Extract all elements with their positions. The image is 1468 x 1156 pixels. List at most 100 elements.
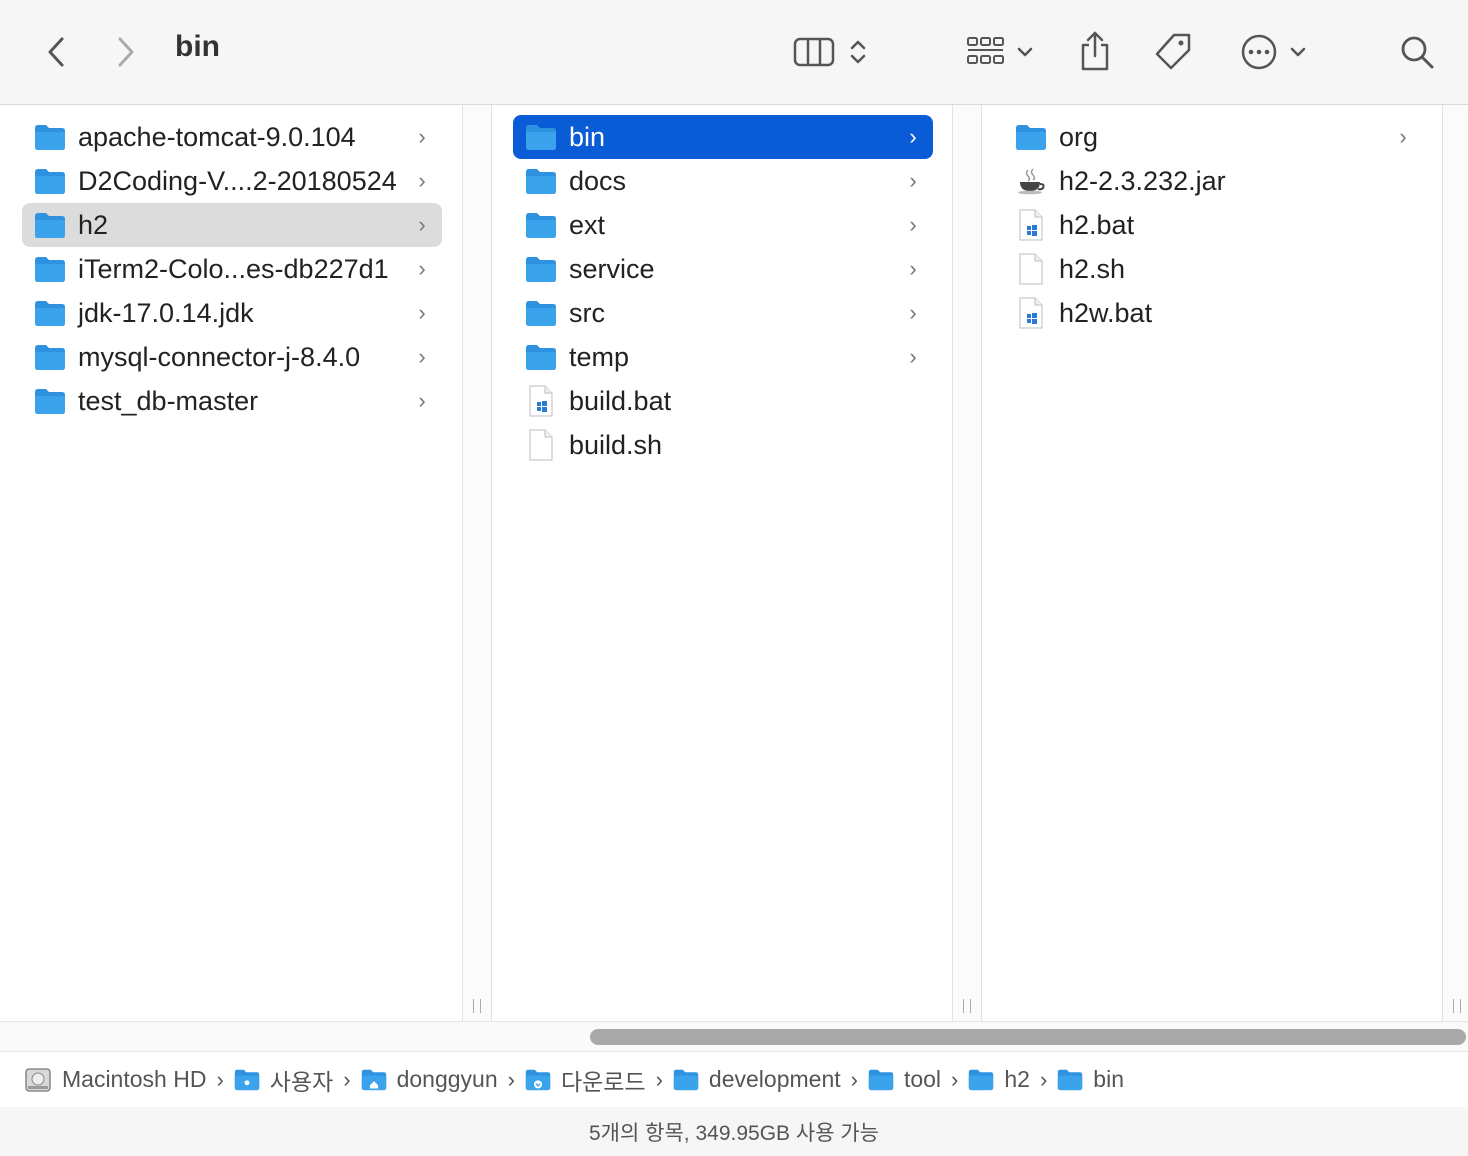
folder-row-jdk-17-0-14-jdk[interactable]: jdk-17.0.14.jdk ›	[22, 291, 442, 335]
path-item-bin[interactable]: bin	[1057, 1066, 1124, 1093]
folder-row-mysql-connector-j-8-4-0[interactable]: mysql-connector-j-8.4.0 ›	[22, 335, 442, 379]
item-label: h2-2.3.232.jar	[1059, 165, 1226, 196]
file-row-h2-sh[interactable]: h2.sh	[1003, 247, 1423, 291]
path-separator-icon: ›	[216, 1066, 224, 1092]
folder-row-test-db-master[interactable]: test_db-master ›	[22, 379, 442, 423]
column-1: apache-tomcat-9.0.104 › D2Coding-V....2-20…	[0, 105, 463, 1021]
more-actions-button[interactable]	[1236, 30, 1312, 74]
column-2: bin › docs › ext › service › src › temp › build.bat b…	[491, 105, 953, 1021]
horizontal-scrollbar[interactable]	[0, 1021, 1468, 1052]
folder-row-service[interactable]: service ›	[513, 247, 933, 291]
column-resize-handle[interactable]	[953, 105, 981, 1021]
folder-row-iterm2-colo-es-db227d1[interactable]: iTerm2-Colo...es-db227d1 ›	[22, 247, 442, 291]
file-row-h2w-bat[interactable]: h2w.bat	[1003, 291, 1423, 335]
file-row-build-sh[interactable]: build.sh	[513, 423, 933, 467]
downloads-folder-icon	[525, 1068, 551, 1091]
path-separator-icon: ›	[850, 1066, 858, 1092]
chevron-right-icon: ›	[418, 168, 426, 193]
toolbar: bin	[0, 0, 1468, 105]
ellipsis-circle-icon	[1241, 34, 1277, 70]
file-row-h2-bat[interactable]: h2.bat	[1003, 203, 1423, 247]
path-item-development[interactable]: development ›	[673, 1066, 858, 1093]
path-item-segment-3[interactable]: 다운로드 ›	[525, 1063, 663, 1097]
search-button[interactable]	[1396, 30, 1438, 74]
column-resize-handle[interactable]	[1443, 105, 1468, 1021]
folder-icon	[968, 1068, 994, 1091]
path-item-macintosh-hd[interactable]: Macintosh HD ›	[24, 1066, 224, 1093]
file-row-build-bat[interactable]: build.bat	[513, 379, 933, 423]
column-3: org › h2-2.3.232.jar h2.bat h2.sh h2w.bat	[981, 105, 1443, 1021]
folder-row-org[interactable]: org ›	[1003, 115, 1423, 159]
chevron-right-icon: ›	[909, 256, 917, 281]
item-label: test_db-master	[78, 385, 259, 416]
group-button[interactable]	[962, 30, 1038, 74]
column-browser: apache-tomcat-9.0.104 › D2Coding-V....2-20…	[0, 105, 1468, 1021]
item-label: iTerm2-Colo...es-db227d1	[78, 253, 389, 284]
path-item-label: Macintosh HD	[62, 1066, 207, 1092]
chevron-right-icon: ›	[418, 124, 426, 149]
back-button[interactable]	[36, 30, 76, 74]
item-label: D2Coding-V....2-20180524	[78, 165, 397, 196]
path-item-tool[interactable]: tool ›	[868, 1066, 958, 1093]
folder-row-temp[interactable]: temp ›	[513, 335, 933, 379]
status-text: 5개의 항목, 349.95GB 사용 가능	[589, 1121, 879, 1145]
folder-row-src[interactable]: src ›	[513, 291, 933, 335]
share-button[interactable]	[1075, 28, 1115, 74]
folder-icon	[525, 122, 557, 152]
item-label: temp	[569, 341, 630, 372]
folder-icon	[868, 1068, 894, 1091]
path-item-label: bin	[1093, 1066, 1124, 1092]
path-item-label: donggyun	[396, 1066, 498, 1092]
folder-row-docs[interactable]: docs ›	[513, 159, 933, 203]
file-row-h2-2-3-232-jar[interactable]: h2-2.3.232.jar	[1003, 159, 1423, 203]
folder-row-d2coding-v-2-20180524[interactable]: D2Coding-V....2-20180524 ›	[22, 159, 442, 203]
item-label: h2.sh	[1059, 253, 1126, 284]
folder-icon	[34, 166, 66, 196]
column-resize-handle[interactable]	[463, 105, 491, 1021]
folder-icon	[525, 166, 557, 196]
folder-icon	[525, 342, 557, 372]
path-separator-icon: ›	[507, 1066, 515, 1092]
view-mode-button[interactable]	[790, 30, 872, 74]
chevron-right-icon: ›	[909, 212, 917, 237]
path-item-label: development	[708, 1066, 841, 1092]
path-item-donggyun[interactable]: donggyun ›	[361, 1066, 515, 1093]
folder-row-apache-tomcat-9-0-104[interactable]: apache-tomcat-9.0.104 ›	[22, 115, 442, 159]
item-label: mysql-connector-j-8.4.0	[78, 341, 361, 372]
grid-group-icon	[967, 37, 1004, 64]
item-label: docs	[569, 165, 627, 196]
forward-button[interactable]	[106, 30, 146, 74]
chevron-right-icon: ›	[418, 300, 426, 325]
item-label: src	[569, 297, 605, 328]
folder-row-bin[interactable]: bin ›	[513, 115, 933, 159]
chevron-right-icon: ›	[909, 344, 917, 369]
folder-row-ext[interactable]: ext ›	[513, 203, 933, 247]
item-label: h2.bat	[1059, 209, 1135, 240]
path-item-h2[interactable]: h2 ›	[968, 1066, 1047, 1093]
path-separator-icon: ›	[343, 1066, 351, 1092]
folder-icon	[34, 254, 66, 284]
hard-drive-icon	[24, 1067, 52, 1093]
item-label: ext	[569, 209, 606, 240]
item-label: build.sh	[569, 429, 663, 460]
windows-batch-file-icon	[1015, 209, 1047, 241]
item-label: service	[569, 253, 655, 284]
folder-icon	[34, 122, 66, 152]
document-icon	[1015, 253, 1047, 285]
tag-button[interactable]	[1150, 30, 1196, 74]
windows-batch-file-icon	[525, 385, 557, 417]
folder-row-h2[interactable]: h2 ›	[22, 203, 442, 247]
item-label: apache-tomcat-9.0.104	[78, 121, 356, 152]
chevron-right-icon: ›	[909, 300, 917, 325]
path-item-segment-1[interactable]: 사용자 ›	[234, 1063, 351, 1097]
chevron-left-icon	[48, 37, 64, 67]
path-item-label: h2	[1004, 1066, 1030, 1092]
item-label: bin	[569, 121, 606, 152]
chevron-updown-icon	[850, 40, 866, 64]
windows-batch-file-icon	[1015, 297, 1047, 329]
item-label: org	[1059, 121, 1099, 152]
scrollbar-thumb[interactable]	[590, 1029, 1466, 1045]
item-label: build.bat	[569, 385, 672, 416]
item-label: h2	[78, 209, 109, 240]
chevron-right-icon: ›	[418, 344, 426, 369]
